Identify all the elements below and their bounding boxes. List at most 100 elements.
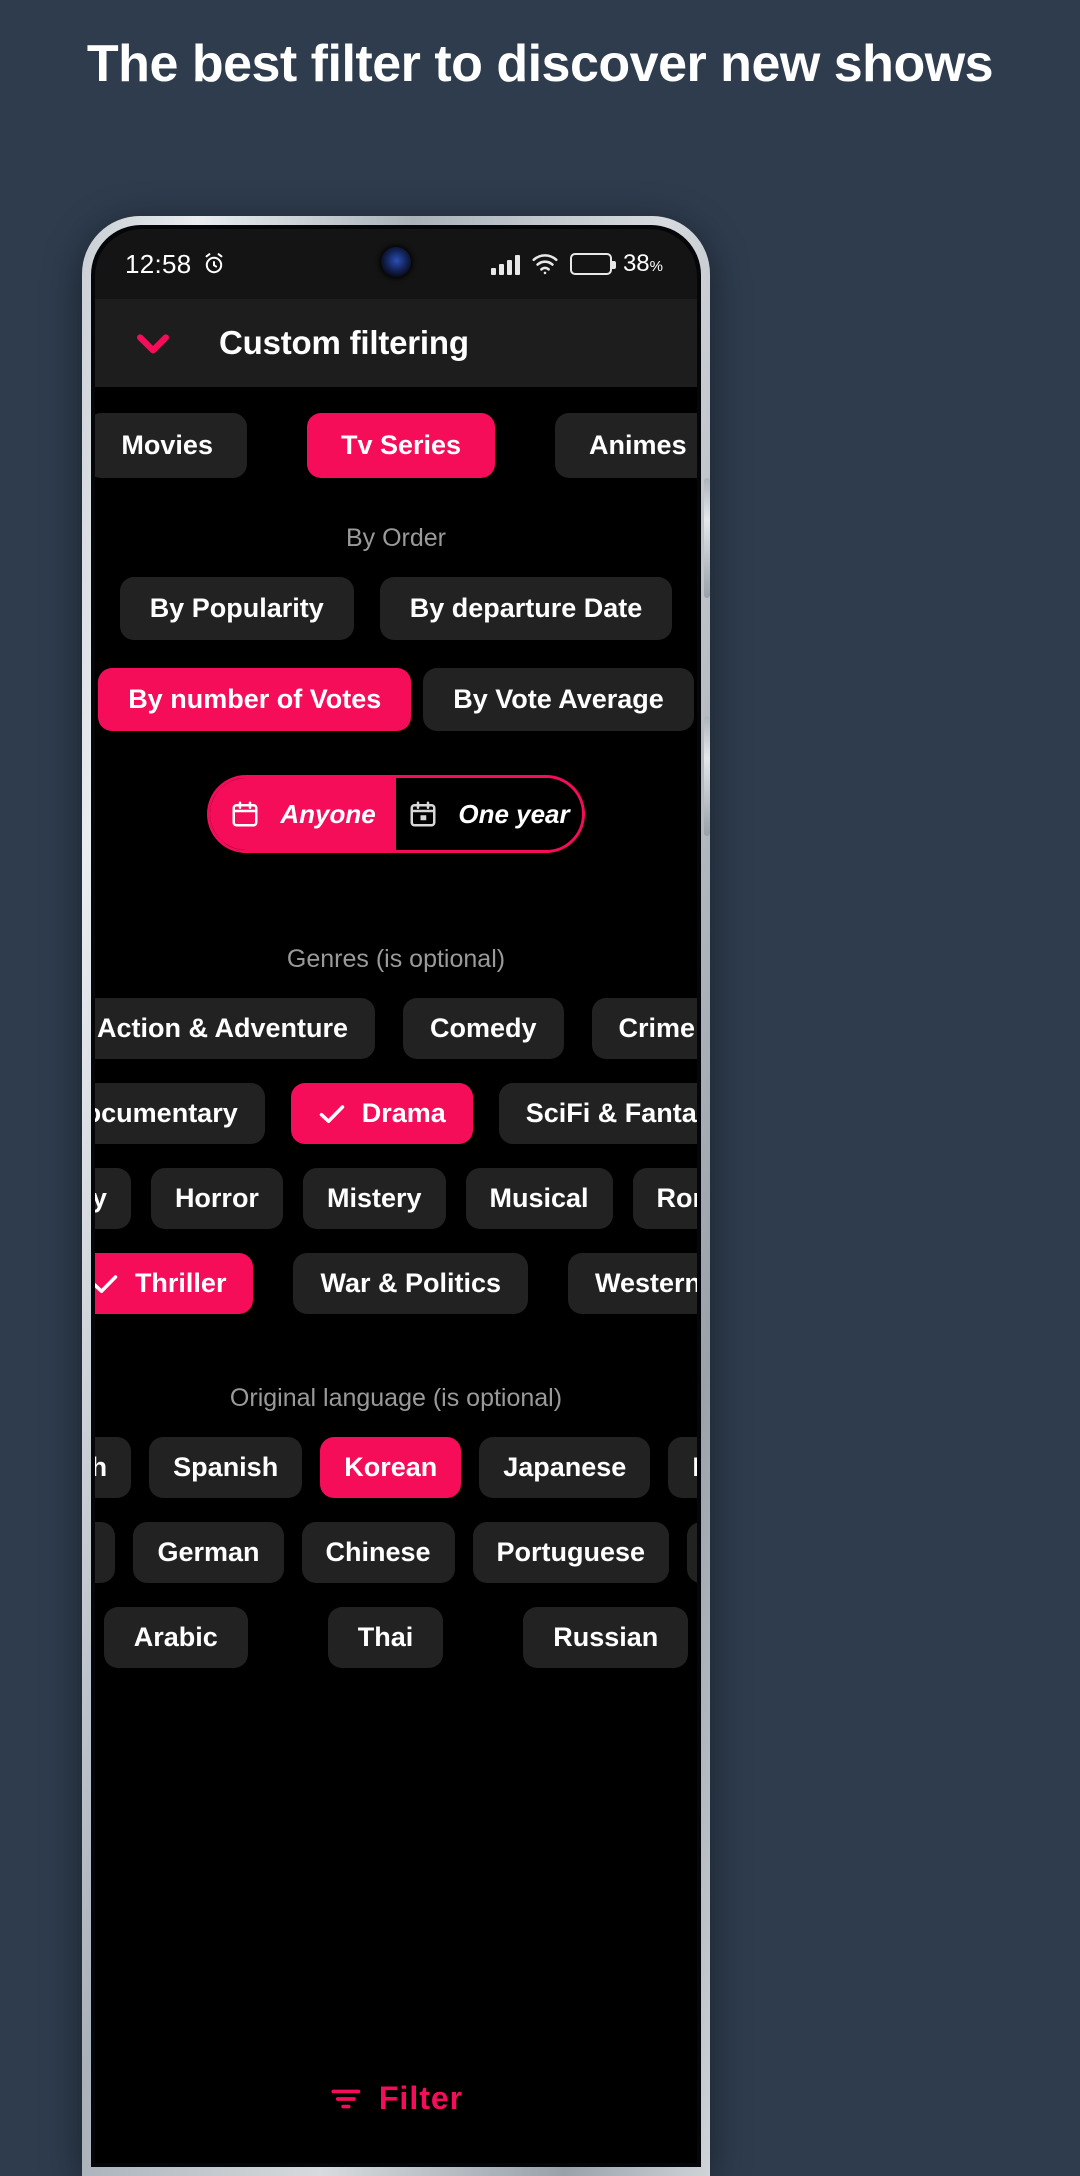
genre-musical[interactable]: Musical [465, 1168, 613, 1229]
language-chinese[interactable]: Chinese [301, 1522, 455, 1583]
language-portuguese-label: Portuguese [496, 1537, 646, 1567]
media-type-tabs: Movies Tv Series Animes [95, 413, 697, 478]
genre-action-adventure-label: Action & Adventure [96, 1013, 348, 1043]
genre-scifi-fantasy-label: SciFi & Fantasy [525, 1098, 697, 1128]
check-icon [318, 1103, 346, 1125]
tab-tv-series[interactable]: Tv Series [306, 413, 496, 478]
tab-animes-label: Animes [589, 430, 687, 460]
order-by-vote-average-label: By Vote Average [453, 684, 664, 714]
language-spanish-label: Spanish [173, 1452, 279, 1482]
genres-row-1: Action & Adventure Comedy Crime [95, 998, 697, 1059]
genre-history[interactable]: History [95, 1168, 131, 1229]
date-range-anyone[interactable]: Anyone [210, 778, 396, 850]
tab-tv-series-label: Tv Series [340, 430, 462, 460]
language-chinese-label: Chinese [325, 1537, 431, 1567]
power-button[interactable] [704, 716, 710, 836]
order-by-popularity[interactable]: By Popularity [119, 577, 354, 640]
status-bar: 12:58 38% [95, 229, 697, 299]
language-thai[interactable]: Thai [327, 1607, 444, 1668]
genres-row-4: Thriller War & Politics Western [95, 1253, 697, 1314]
filter-content: Movies Tv Series Animes By Order By Popu… [95, 413, 697, 2163]
tab-movies[interactable]: Movies [95, 413, 247, 478]
genre-war-politics-label: War & Politics [320, 1268, 502, 1298]
language-spanish[interactable]: Spanish [149, 1437, 303, 1498]
chevron-down-icon[interactable] [131, 321, 175, 365]
alarm-clock-icon [202, 252, 226, 276]
genre-history-label: History [95, 1183, 107, 1213]
genre-western[interactable]: Western [568, 1253, 697, 1314]
tab-movies-label: Movies [121, 430, 213, 460]
genre-thriller[interactable]: Thriller [95, 1253, 254, 1314]
genre-comedy-label: Comedy [429, 1013, 537, 1043]
genres-row-3: History Horror Mistery Musical Romance [95, 1168, 697, 1229]
genre-war-politics[interactable]: War & Politics [293, 1253, 529, 1314]
genre-musical-label: Musical [489, 1183, 589, 1213]
battery-percentage: 38% [622, 250, 663, 277]
language-german[interactable]: German [133, 1522, 284, 1583]
order-options-row-2: By number of Votes By Vote Average [95, 668, 697, 731]
date-range-one-year-label: One year [458, 798, 570, 829]
genre-horror[interactable]: Horror [150, 1168, 283, 1229]
order-by-number-of-votes[interactable]: By number of Votes [98, 668, 412, 731]
genre-thriller-label: Thriller [134, 1268, 227, 1298]
front-camera-punch-hole [381, 247, 411, 277]
language-japanese[interactable]: Japanese [479, 1437, 651, 1498]
phone-frame: 12:58 38% Custom filtering Movies Tv Ser… [82, 216, 710, 2176]
order-options-row-1: By Popularity By departure Date [95, 577, 697, 640]
language-english[interactable]: English [95, 1437, 132, 1498]
language-section-label: Original language (is optional) [229, 1384, 563, 1412]
language-portuguese[interactable]: Portuguese [472, 1522, 670, 1583]
filter-icon [329, 2085, 363, 2113]
phone-bezel: 12:58 38% Custom filtering Movies Tv Ser… [91, 225, 701, 2167]
language-russian[interactable]: Russian [523, 1607, 689, 1668]
calendar-icon [230, 799, 260, 829]
page-title: Custom filtering [219, 324, 469, 361]
language-english-label: English [95, 1452, 108, 1482]
genre-documentary[interactable]: Documentary [95, 1083, 265, 1144]
genre-mistery[interactable]: Mistery [302, 1168, 446, 1229]
phone-screen: 12:58 38% Custom filtering Movies Tv Ser… [95, 229, 697, 2163]
language-arabic[interactable]: Arabic [103, 1607, 248, 1668]
language-russian-label: Russian [553, 1622, 659, 1652]
genres-section-label: Genres (is optional) [286, 945, 506, 973]
tab-animes[interactable]: Animes [555, 413, 697, 478]
genre-crime[interactable]: Crime [591, 998, 697, 1059]
language-thai-label: Thai [357, 1622, 414, 1652]
date-range-toggle: Anyone One year [207, 775, 585, 853]
order-by-departure-date[interactable]: By departure Date [379, 577, 673, 640]
language-korean[interactable]: Korean [320, 1437, 462, 1498]
date-range-one-year[interactable]: One year [396, 778, 582, 850]
genre-scifi-fantasy[interactable]: SciFi & Fantasy [498, 1083, 697, 1144]
check-icon [95, 1273, 119, 1295]
wifi-icon [531, 252, 559, 276]
genre-horror-label: Horror [174, 1183, 259, 1213]
language-italian[interactable]: Italian [95, 1522, 116, 1583]
genre-mistery-label: Mistery [326, 1183, 422, 1213]
language-french[interactable]: French [668, 1437, 697, 1498]
promo-headline: The best filter to discover new shows [86, 35, 994, 93]
order-by-vote-average[interactable]: By Vote Average [423, 668, 694, 731]
language-french-label: French [692, 1454, 697, 1481]
genre-drama[interactable]: Drama [290, 1083, 473, 1144]
volume-button[interactable] [704, 478, 710, 598]
genre-action-adventure[interactable]: Action & Adventure [95, 998, 375, 1059]
language-german-label: German [157, 1537, 260, 1567]
language-row-3: Arabic Thai Russian [95, 1607, 697, 1668]
calendar-day-icon [408, 799, 438, 829]
battery-icon [569, 253, 616, 275]
filter-button[interactable]: Filter [312, 2074, 480, 2123]
language-row-1: English Spanish Korean Japanese French [95, 1437, 697, 1498]
genre-documentary-label: Documentary [95, 1098, 238, 1128]
filter-button-label: Filter [378, 2080, 464, 2116]
genre-romance[interactable]: Romance [632, 1168, 697, 1229]
date-range-anyone-label: Anyone [280, 798, 376, 829]
genre-romance-label: Romance [656, 1183, 697, 1213]
language-hindi[interactable]: Hindi [687, 1522, 697, 1583]
language-japanese-label: Japanese [503, 1452, 627, 1482]
language-row-2: Italian German Chinese Portuguese Hindi [95, 1522, 697, 1583]
language-korean-label: Korean [344, 1452, 438, 1482]
status-bar-clock: 12:58 [125, 248, 192, 279]
genre-comedy[interactable]: Comedy [402, 998, 564, 1059]
cellular-signal-icon [490, 253, 520, 275]
status-bar-left: 12:58 [125, 249, 226, 280]
